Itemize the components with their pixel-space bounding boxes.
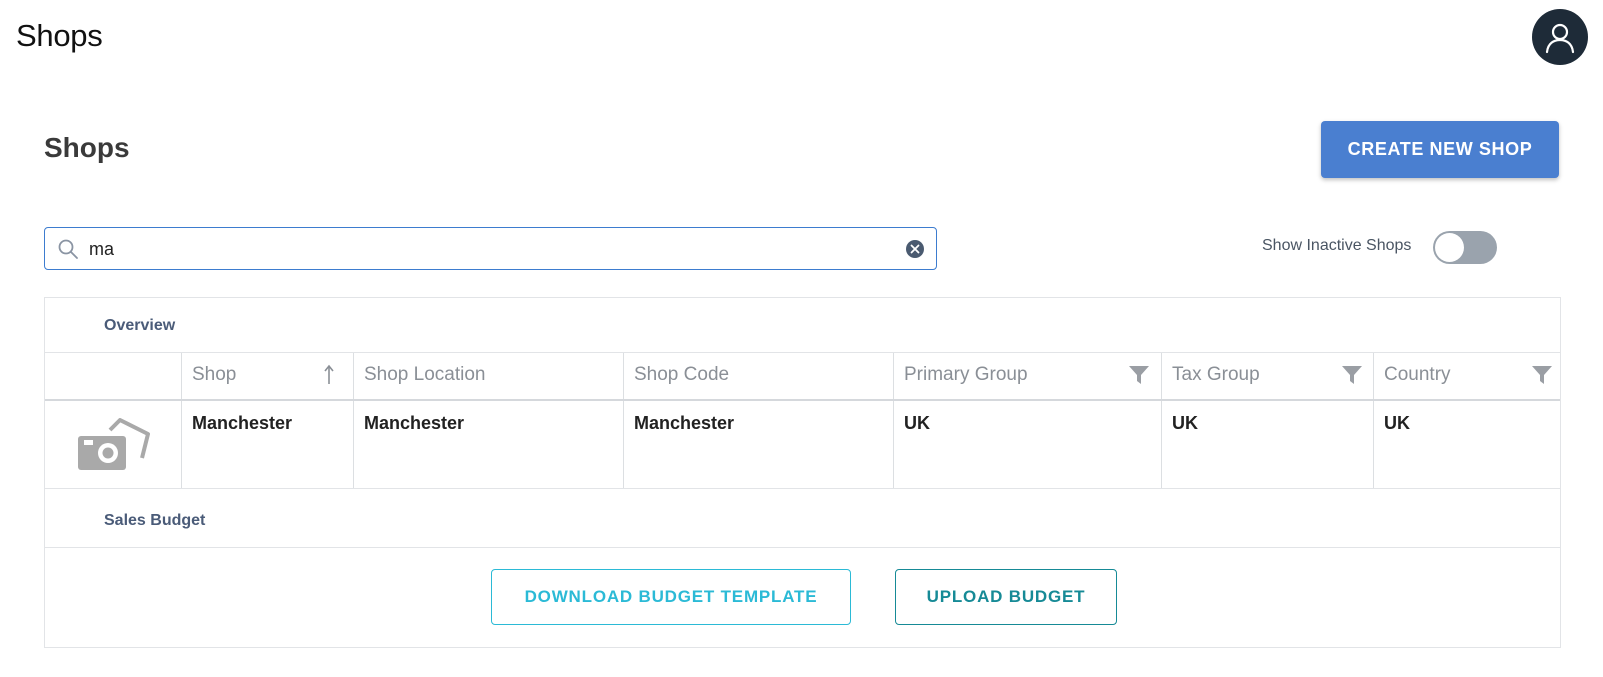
search-icon bbox=[58, 239, 78, 259]
clear-search-icon[interactable] bbox=[905, 239, 925, 259]
cell-shop-code: Manchester bbox=[634, 413, 735, 433]
divider bbox=[45, 547, 1560, 548]
cell-country: UK bbox=[1384, 413, 1410, 433]
show-inactive-label: Show Inactive Shops bbox=[1262, 237, 1412, 254]
toggle-knob bbox=[1435, 233, 1464, 262]
filter-icon[interactable] bbox=[1341, 364, 1363, 386]
upload-budget-button[interactable]: UPLOAD BUDGET bbox=[895, 569, 1117, 625]
app-title: Shops bbox=[16, 18, 103, 53]
sort-ascending-icon[interactable] bbox=[323, 364, 335, 386]
column-header-tax-group[interactable]: Tax Group bbox=[1172, 360, 1260, 390]
search-box[interactable] bbox=[44, 227, 937, 270]
user-avatar-button[interactable] bbox=[1532, 9, 1588, 65]
top-bar: Shops bbox=[0, 0, 1603, 78]
column-divider bbox=[893, 353, 894, 488]
column-divider bbox=[181, 353, 182, 488]
show-inactive-toggle[interactable] bbox=[1433, 231, 1497, 264]
column-divider bbox=[1373, 353, 1374, 488]
overview-section-label: Overview bbox=[104, 317, 176, 334]
column-header-shop[interactable]: Shop bbox=[192, 360, 236, 390]
search-input[interactable] bbox=[89, 234, 889, 264]
download-budget-template-button[interactable]: DOWNLOAD BUDGET TEMPLATE bbox=[491, 569, 851, 625]
filter-icon[interactable] bbox=[1531, 364, 1553, 386]
sales-budget-section-label: Sales Budget bbox=[104, 512, 206, 529]
user-icon bbox=[1545, 23, 1575, 54]
cell-shop: Manchester bbox=[192, 413, 293, 433]
column-divider bbox=[623, 353, 624, 488]
filter-icon[interactable] bbox=[1128, 364, 1150, 386]
divider bbox=[45, 488, 1560, 489]
camera-placeholder-icon bbox=[78, 418, 150, 470]
cell-shop-location: Manchester bbox=[364, 413, 465, 433]
column-header-shop-location[interactable]: Shop Location bbox=[364, 360, 486, 390]
column-divider bbox=[1161, 353, 1162, 488]
cell-primary-group: UK bbox=[904, 413, 930, 433]
column-header-primary-group[interactable]: Primary Group bbox=[904, 360, 1028, 390]
cell-tax-group: UK bbox=[1172, 413, 1198, 433]
column-header-shop-code[interactable]: Shop Code bbox=[634, 360, 729, 390]
divider bbox=[45, 352, 1560, 353]
column-header-country[interactable]: Country bbox=[1384, 360, 1451, 390]
column-divider bbox=[353, 353, 354, 488]
create-new-shop-button[interactable]: CREATE NEW SHOP bbox=[1321, 121, 1559, 178]
header-divider bbox=[45, 399, 1560, 401]
page-title: Shops bbox=[44, 132, 130, 163]
